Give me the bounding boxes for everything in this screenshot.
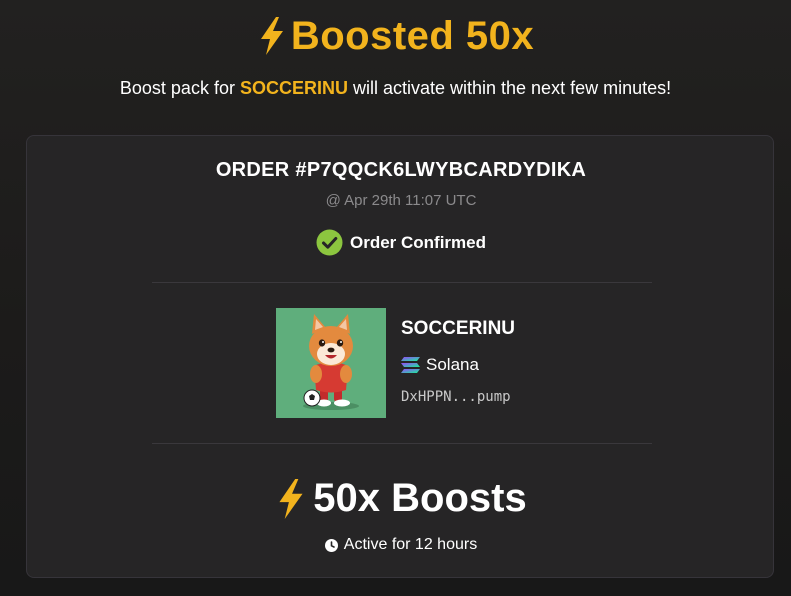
token-chain: Solana [401, 355, 479, 375]
token-name: SOCCERINU [401, 318, 516, 339]
order-card: ORDER #P7QQCK6LWYBCARDYDIKA @ Apr 29th 1… [26, 135, 774, 578]
order-timestamp: @ Apr 29th 11:07 UTC [325, 192, 477, 209]
check-circle-icon [316, 229, 343, 256]
boost-duration: Active for 12 hours [27, 536, 775, 554]
page-title: Boosted 50x [290, 13, 535, 58]
boost-count-label: 50x Boosts [313, 476, 527, 520]
divider [152, 443, 652, 444]
token-logo-image [276, 308, 386, 418]
shiba-mascot-image [276, 308, 386, 418]
solana-icon [401, 357, 420, 373]
token-chain-name: Solana [426, 355, 479, 374]
boost-duration-label: Active for 12 hours [343, 536, 478, 553]
activation-message-prefix: Boost pack for [119, 78, 240, 98]
order-status: Order Confirmed [27, 229, 775, 256]
page-header: Boosted 50x [0, 12, 791, 60]
order-status-label: Order Confirmed [349, 232, 487, 252]
clock-icon [324, 538, 338, 552]
token-address: DxHPPN...pump [401, 389, 511, 405]
boost-summary: 50x Boosts [27, 476, 775, 521]
divider [152, 282, 652, 283]
order-id: ORDER #P7QQCK6LWYBCARDYDIKA [215, 159, 587, 181]
activation-message-token: SOCCERINU [239, 78, 348, 98]
lightning-bolt-icon [260, 17, 283, 55]
activation-message-suffix: will activate within the next few minute… [347, 78, 672, 98]
lightning-bolt-icon [279, 478, 303, 519]
activation-message: Boost pack for SOCCERINU will activate w… [0, 78, 791, 99]
